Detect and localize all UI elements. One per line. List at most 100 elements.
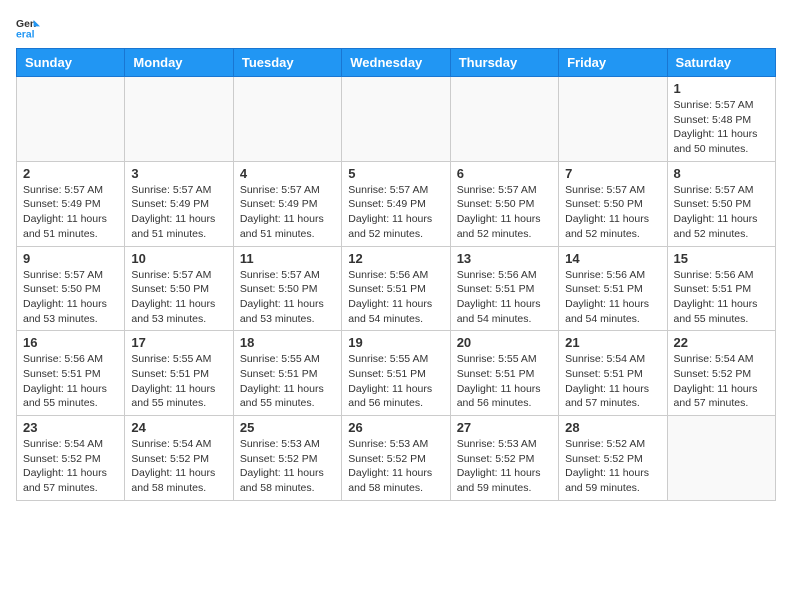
day-info: Sunrise: 5:55 AM Sunset: 5:51 PM Dayligh…: [348, 352, 443, 411]
svg-text:eral: eral: [16, 30, 35, 40]
calendar-week-row: 2Sunrise: 5:57 AM Sunset: 5:49 PM Daylig…: [17, 161, 776, 246]
day-number: 15: [674, 251, 769, 266]
day-info: Sunrise: 5:57 AM Sunset: 5:49 PM Dayligh…: [23, 183, 118, 242]
calendar-table: SundayMondayTuesdayWednesdayThursdayFrid…: [16, 48, 776, 501]
calendar-day-cell: 25 Sunrise: 5:53 AM Sunset: 5:52 PM Dayli…: [233, 416, 341, 501]
day-number: 26: [348, 420, 443, 435]
calendar-day-cell: 4 Sunrise: 5:57 AM Sunset: 5:49 PM Daylig…: [233, 161, 341, 246]
calendar-day-cell: [125, 77, 233, 162]
calendar-day-cell: 8 Sunrise: 5:57 AM Sunset: 5:50 PM Daylig…: [667, 161, 775, 246]
weekday-header: Wednesday: [342, 49, 450, 77]
day-info: Sunrise: 5:54 AM Sunset: 5:52 PM Dayligh…: [23, 437, 118, 496]
day-number: 3: [131, 166, 226, 181]
calendar-week-row: 16 Sunrise: 5:56 AM Sunset: 5:51 PM Dayli…: [17, 331, 776, 416]
calendar-day-cell: 7 Sunrise: 5:57 AM Sunset: 5:50 PM Daylig…: [559, 161, 667, 246]
calendar-day-cell: 6 Sunrise: 5:57 AM Sunset: 5:50 PM Daylig…: [450, 161, 558, 246]
calendar-day-cell: 22Sunrise: 5:54 AM Sunset: 5:52 PM Dayli…: [667, 331, 775, 416]
day-info: Sunrise: 5:54 AM Sunset: 5:52 PM Dayligh…: [131, 437, 226, 496]
calendar-day-cell: 27 Sunrise: 5:53 AM Sunset: 5:52 PM Dayli…: [450, 416, 558, 501]
day-number: 24: [131, 420, 226, 435]
calendar-day-cell: 23 Sunrise: 5:54 AM Sunset: 5:52 PM Dayli…: [17, 416, 125, 501]
calendar-day-cell: 20 Sunrise: 5:55 AM Sunset: 5:51 PM Dayli…: [450, 331, 558, 416]
day-info: Sunrise: 5:53 AM Sunset: 5:52 PM Dayligh…: [240, 437, 335, 496]
day-number: 6: [457, 166, 552, 181]
day-number: 11: [240, 251, 335, 266]
calendar-header-row: SundayMondayTuesdayWednesdayThursdayFrid…: [17, 49, 776, 77]
day-info: Sunrise: 5:56 AM Sunset: 5:51 PM Dayligh…: [23, 352, 118, 411]
logo: Gen eral: [16, 16, 44, 40]
day-info: Sunrise: 5:55 AM Sunset: 5:51 PM Dayligh…: [131, 352, 226, 411]
day-number: 20: [457, 335, 552, 350]
day-number: 10: [131, 251, 226, 266]
calendar-day-cell: 2Sunrise: 5:57 AM Sunset: 5:49 PM Daylig…: [17, 161, 125, 246]
calendar-day-cell: [17, 77, 125, 162]
day-number: 19: [348, 335, 443, 350]
day-info: Sunrise: 5:55 AM Sunset: 5:51 PM Dayligh…: [457, 352, 552, 411]
day-info: Sunrise: 5:54 AM Sunset: 5:51 PM Dayligh…: [565, 352, 660, 411]
day-number: 9: [23, 251, 118, 266]
calendar-day-cell: [559, 77, 667, 162]
weekday-header: Sunday: [17, 49, 125, 77]
day-number: 4: [240, 166, 335, 181]
day-number: 23: [23, 420, 118, 435]
day-number: 18: [240, 335, 335, 350]
calendar-day-cell: 9 Sunrise: 5:57 AM Sunset: 5:50 PM Daylig…: [17, 246, 125, 331]
day-number: 13: [457, 251, 552, 266]
calendar-day-cell: 11 Sunrise: 5:57 AM Sunset: 5:50 PM Dayli…: [233, 246, 341, 331]
day-info: Sunrise: 5:53 AM Sunset: 5:52 PM Dayligh…: [348, 437, 443, 496]
day-number: 16: [23, 335, 118, 350]
day-info: Sunrise: 5:56 AM Sunset: 5:51 PM Dayligh…: [565, 268, 660, 327]
weekday-header: Monday: [125, 49, 233, 77]
day-info: Sunrise: 5:57 AM Sunset: 5:50 PM Dayligh…: [674, 183, 769, 242]
calendar-day-cell: 21 Sunrise: 5:54 AM Sunset: 5:51 PM Dayli…: [559, 331, 667, 416]
day-number: 17: [131, 335, 226, 350]
day-info: Sunrise: 5:57 AM Sunset: 5:50 PM Dayligh…: [457, 183, 552, 242]
day-number: 12: [348, 251, 443, 266]
day-info: Sunrise: 5:57 AM Sunset: 5:50 PM Dayligh…: [565, 183, 660, 242]
day-number: 7: [565, 166, 660, 181]
calendar-week-row: 9 Sunrise: 5:57 AM Sunset: 5:50 PM Daylig…: [17, 246, 776, 331]
day-number: 1: [674, 81, 769, 96]
calendar-day-cell: 12 Sunrise: 5:56 AM Sunset: 5:51 PM Dayli…: [342, 246, 450, 331]
calendar-day-cell: 16 Sunrise: 5:56 AM Sunset: 5:51 PM Dayli…: [17, 331, 125, 416]
weekday-header: Saturday: [667, 49, 775, 77]
day-info: Sunrise: 5:56 AM Sunset: 5:51 PM Dayligh…: [348, 268, 443, 327]
calendar-week-row: 1 Sunrise: 5:57 AM Sunset: 5:48 PM Daylig…: [17, 77, 776, 162]
calendar-week-row: 23 Sunrise: 5:54 AM Sunset: 5:52 PM Dayli…: [17, 416, 776, 501]
page-header: Gen eral: [16, 16, 776, 40]
calendar-day-cell: 28Sunrise: 5:52 AM Sunset: 5:52 PM Dayli…: [559, 416, 667, 501]
calendar-day-cell: 13 Sunrise: 5:56 AM Sunset: 5:51 PM Dayli…: [450, 246, 558, 331]
day-info: Sunrise: 5:57 AM Sunset: 5:48 PM Dayligh…: [674, 98, 769, 157]
calendar-day-cell: 17 Sunrise: 5:55 AM Sunset: 5:51 PM Dayli…: [125, 331, 233, 416]
calendar-day-cell: 1 Sunrise: 5:57 AM Sunset: 5:48 PM Daylig…: [667, 77, 775, 162]
svg-text:Gen: Gen: [16, 19, 36, 30]
calendar-day-cell: [233, 77, 341, 162]
logo-icon: Gen eral: [16, 16, 40, 40]
day-info: Sunrise: 5:52 AM Sunset: 5:52 PM Dayligh…: [565, 437, 660, 496]
day-number: 5: [348, 166, 443, 181]
weekday-header: Thursday: [450, 49, 558, 77]
calendar-day-cell: [450, 77, 558, 162]
day-number: 25: [240, 420, 335, 435]
day-info: Sunrise: 5:53 AM Sunset: 5:52 PM Dayligh…: [457, 437, 552, 496]
day-info: Sunrise: 5:57 AM Sunset: 5:50 PM Dayligh…: [131, 268, 226, 327]
day-number: 21: [565, 335, 660, 350]
day-number: 14: [565, 251, 660, 266]
day-info: Sunrise: 5:57 AM Sunset: 5:50 PM Dayligh…: [240, 268, 335, 327]
day-number: 27: [457, 420, 552, 435]
day-info: Sunrise: 5:57 AM Sunset: 5:49 PM Dayligh…: [131, 183, 226, 242]
day-number: 22: [674, 335, 769, 350]
day-info: Sunrise: 5:57 AM Sunset: 5:50 PM Dayligh…: [23, 268, 118, 327]
day-info: Sunrise: 5:57 AM Sunset: 5:49 PM Dayligh…: [348, 183, 443, 242]
calendar-day-cell: 24 Sunrise: 5:54 AM Sunset: 5:52 PM Dayli…: [125, 416, 233, 501]
weekday-header: Tuesday: [233, 49, 341, 77]
calendar-day-cell: [342, 77, 450, 162]
day-info: Sunrise: 5:57 AM Sunset: 5:49 PM Dayligh…: [240, 183, 335, 242]
calendar-day-cell: 14 Sunrise: 5:56 AM Sunset: 5:51 PM Dayli…: [559, 246, 667, 331]
calendar-day-cell: 3 Sunrise: 5:57 AM Sunset: 5:49 PM Daylig…: [125, 161, 233, 246]
day-number: 8: [674, 166, 769, 181]
calendar-day-cell: 15Sunrise: 5:56 AM Sunset: 5:51 PM Dayli…: [667, 246, 775, 331]
calendar-day-cell: [667, 416, 775, 501]
day-info: Sunrise: 5:56 AM Sunset: 5:51 PM Dayligh…: [457, 268, 552, 327]
calendar-day-cell: 19 Sunrise: 5:55 AM Sunset: 5:51 PM Dayli…: [342, 331, 450, 416]
